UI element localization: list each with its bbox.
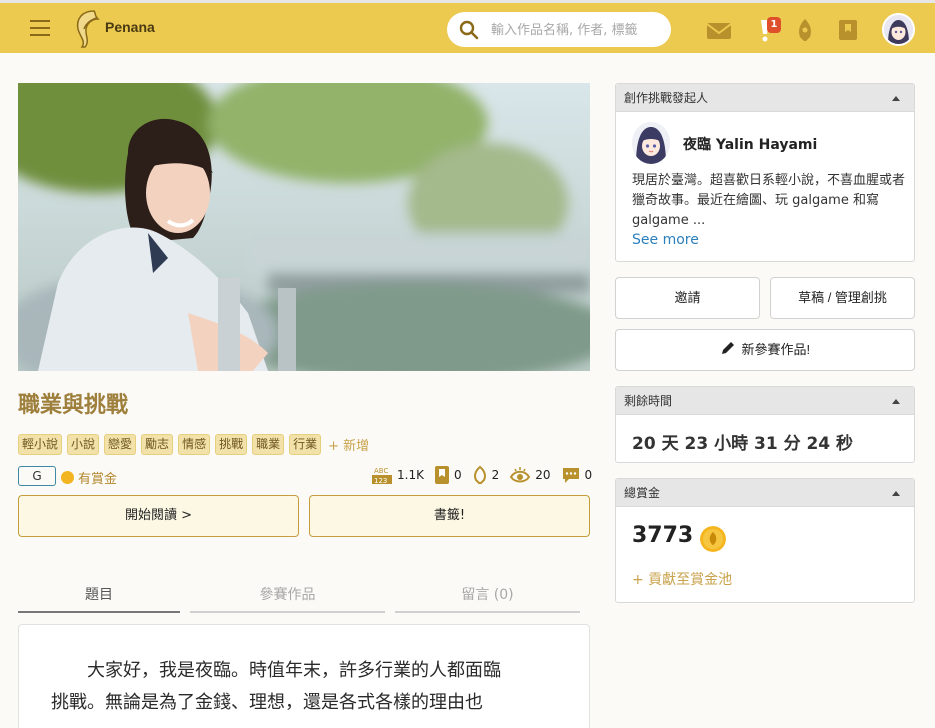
bookmark-button[interactable]: 書籤! bbox=[309, 495, 590, 537]
total-prize-heading: 總賞金 bbox=[624, 486, 661, 500]
work-stats: ABC 123 1.1K 0 2 20 0 bbox=[371, 464, 602, 486]
organizer-panel: 創作挑戰發起人 夜臨 Yalin Hayami 現居於臺灣。超喜歡日系輕小說，不… bbox=[615, 83, 915, 262]
tab-topic[interactable]: 題目 bbox=[18, 583, 180, 613]
mail-icon[interactable] bbox=[705, 16, 733, 44]
tag-list: 輕小說 小說 戀愛 勵志 情感 挑戰 職業 行業 + 新增 bbox=[18, 434, 369, 455]
author-bio: 現居於臺灣。超喜歡日系輕小說，不喜血腥或者獵奇故事。最近在繪圖、玩 galgam… bbox=[632, 173, 906, 228]
search-input[interactable] bbox=[491, 20, 656, 40]
view-count: 20 bbox=[535, 468, 551, 482]
like-drop-icon bbox=[473, 465, 486, 484]
brand-name[interactable]: Penana bbox=[105, 19, 155, 35]
comment-stat: 0 bbox=[561, 465, 593, 485]
bounty-indicator: 有賞金 bbox=[61, 468, 117, 487]
notification-count-badge[interactable]: 1 bbox=[767, 17, 781, 33]
content-rating-badge: G bbox=[18, 466, 56, 486]
bookmark-stat: 0 bbox=[434, 465, 462, 485]
contribute-link[interactable]: + 貢獻至賞金池 bbox=[632, 569, 732, 589]
challenge-description: 大家好，我是夜臨。時值年末，許多行業的人都面臨 挑戰。無論是為了金錢、理想，還是… bbox=[18, 624, 590, 728]
tag-chip[interactable]: 勵志 bbox=[141, 434, 174, 455]
bookmark-count: 0 bbox=[453, 468, 462, 482]
author-avatar[interactable] bbox=[632, 122, 670, 164]
user-avatar[interactable] bbox=[882, 13, 915, 46]
tag-chip[interactable]: 小說 bbox=[67, 434, 100, 455]
remaining-time-heading: 剩餘時間 bbox=[624, 394, 673, 408]
remaining-time-header[interactable]: 剩餘時間 bbox=[616, 387, 914, 415]
pencil-icon bbox=[721, 342, 734, 354]
pen-nib-icon[interactable] bbox=[791, 16, 819, 44]
penana-logo-icon[interactable] bbox=[72, 7, 102, 49]
prize-amount: 3773 bbox=[632, 523, 694, 548]
word-count-stat: ABC 123 1.1K bbox=[371, 465, 424, 485]
search-box bbox=[447, 12, 671, 47]
work-title: 職業與挑戰 bbox=[18, 393, 129, 418]
svg-text:ABC: ABC bbox=[374, 467, 388, 475]
start-reading-button[interactable]: 開始閱讀 > bbox=[18, 495, 299, 537]
total-prize-panel: 總賞金 3773 + 貢獻至賞金池 bbox=[615, 478, 915, 603]
collapse-caret-icon[interactable] bbox=[892, 399, 900, 404]
tag-chip[interactable]: 職業 bbox=[252, 434, 285, 455]
author-name[interactable]: 夜臨 Yalin Hayami bbox=[683, 134, 817, 154]
total-prize-header[interactable]: 總賞金 bbox=[616, 479, 914, 507]
search-icon[interactable] bbox=[459, 20, 479, 40]
new-entry-label: 新參賽作品! bbox=[741, 342, 811, 357]
add-tag-link[interactable]: + 新增 bbox=[328, 435, 369, 454]
collapse-caret-icon[interactable] bbox=[892, 491, 900, 496]
organizer-panel-header[interactable]: 創作挑戰發起人 bbox=[616, 84, 914, 112]
tag-chip[interactable]: 戀愛 bbox=[104, 434, 137, 455]
menu-icon[interactable] bbox=[30, 20, 50, 36]
invite-button[interactable]: 邀請 bbox=[615, 277, 760, 319]
tag-chip[interactable]: 行業 bbox=[289, 434, 322, 455]
tag-chip[interactable]: 輕小說 bbox=[18, 434, 63, 455]
organizer-heading: 創作挑戰發起人 bbox=[624, 91, 709, 105]
manage-challenge-button[interactable]: 草稿 / 管理創挑 bbox=[770, 277, 915, 319]
bookmark-icon bbox=[434, 466, 449, 484]
remaining-time-panel: 剩餘時間 20 天 23 小時 31 分 24 秒 bbox=[615, 386, 915, 463]
bookmark-card-icon[interactable] bbox=[834, 16, 862, 44]
description-line: 大家好，我是夜臨。時值年末，許多行業的人都面臨 bbox=[87, 660, 501, 681]
view-stat: 20 bbox=[509, 465, 551, 485]
coin-icon bbox=[61, 471, 74, 484]
description-line: 挑戰。無論是為了金錢、理想，還是各式各樣的理由也 bbox=[51, 692, 483, 713]
see-more-link[interactable]: See more bbox=[632, 232, 699, 248]
gold-coin-icon bbox=[700, 526, 726, 552]
countdown-value: 20 天 23 小時 31 分 24 秒 bbox=[632, 434, 854, 454]
comment-bubble-icon bbox=[562, 468, 579, 483]
top-navigation-bar: Penana 1 bbox=[0, 0, 935, 53]
bounty-label: 有賞金 bbox=[78, 472, 118, 487]
like-stat: 2 bbox=[472, 465, 500, 485]
like-count: 2 bbox=[491, 468, 500, 482]
collapse-caret-icon[interactable] bbox=[892, 96, 900, 101]
word-count-value: 1.1K bbox=[397, 468, 424, 482]
new-entry-button[interactable]: 新參賽作品! bbox=[615, 329, 915, 371]
eye-icon bbox=[510, 467, 531, 483]
tag-chip[interactable]: 情感 bbox=[178, 434, 211, 455]
tab-comments[interactable]: 留言 (0) bbox=[395, 583, 580, 613]
svg-text:123: 123 bbox=[374, 477, 387, 485]
cover-photo bbox=[18, 83, 590, 371]
tag-chip[interactable]: 挑戰 bbox=[215, 434, 248, 455]
comment-count: 0 bbox=[584, 468, 593, 482]
tab-entries[interactable]: 參賽作品 bbox=[190, 583, 385, 613]
abc-123-icon: ABC 123 bbox=[372, 467, 392, 485]
